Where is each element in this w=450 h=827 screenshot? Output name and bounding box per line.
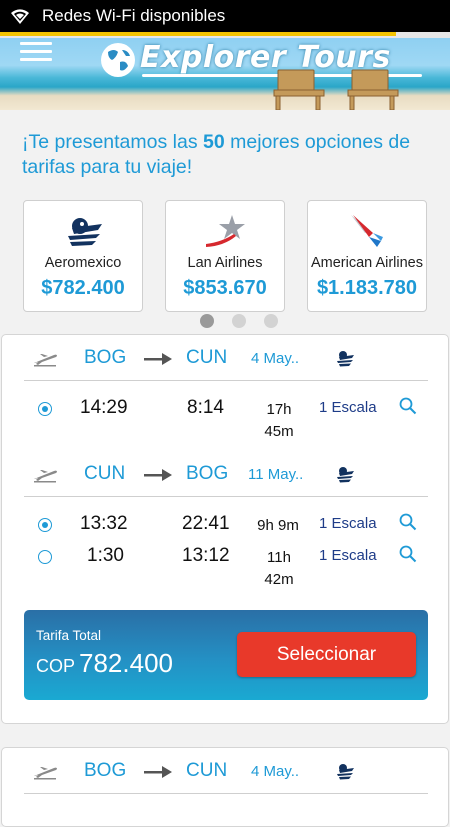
departure-time: 13:32: [80, 513, 128, 534]
flight-date: 11 May..: [248, 466, 304, 483]
flight-result-card: BOG CUN 4 May.. 14:29 8:14 17h 45m 1 Esc…: [1, 334, 449, 724]
plane-takeoff-icon: [34, 767, 57, 780]
divider: [24, 793, 428, 794]
carousel-pagination: [200, 314, 278, 328]
arrival-time: 13:12: [182, 545, 230, 566]
status-text: Redes Wi-Fi disponibles: [42, 6, 226, 25]
arrival-time: 8:14: [187, 397, 224, 418]
airline-price: $1.183.780: [316, 277, 418, 299]
departure-time: 14:29: [80, 397, 128, 418]
select-button[interactable]: Seleccionar: [237, 632, 416, 677]
currency-code: COP: [36, 656, 76, 676]
flight-option-row[interactable]: 14:29 8:14 17h 45m 1 Escala: [2, 395, 450, 440]
airline-price: $853.670: [183, 277, 267, 299]
status-bar: Redes Wi-Fi disponibles: [0, 0, 450, 32]
option-radio[interactable]: [38, 402, 52, 416]
carousel-dot-2[interactable]: [232, 314, 246, 328]
option-radio[interactable]: [38, 518, 52, 532]
intro-count: 50: [203, 131, 225, 153]
flight-duration: 11h 42m: [264, 549, 294, 588]
aeromexico-eagle-icon: [337, 764, 354, 780]
divider: [24, 496, 428, 497]
plane-takeoff-icon: [34, 470, 57, 483]
aeromexico-eagle-icon: [337, 351, 354, 367]
destination-code: CUN: [186, 760, 228, 781]
menu-button[interactable]: [20, 42, 52, 62]
flight-stops: 1 Escala: [319, 515, 377, 532]
divider: [24, 380, 428, 381]
search-icon[interactable]: [399, 397, 417, 415]
carousel-dot-1[interactable]: [200, 314, 214, 328]
header-banner: Explorer Tours: [0, 38, 450, 110]
outbound-route: BOG CUN 4 May..: [2, 752, 450, 792]
flight-date: 4 May..: [251, 350, 300, 367]
return-route: CUN BOG 11 May..: [2, 455, 450, 495]
search-icon[interactable]: [399, 545, 417, 563]
option-radio[interactable]: [38, 550, 52, 564]
intro-prefix: ¡Te presentamos las: [22, 131, 203, 153]
airline-name: American Airlines: [310, 255, 423, 271]
flight-duration: 17h 45m: [264, 401, 294, 440]
fare-value: 782.400: [79, 648, 173, 678]
beach-chairs-image: [273, 69, 399, 110]
origin-code: CUN: [84, 463, 126, 484]
airline-name: Aeromexico: [44, 255, 122, 271]
flight-duration: 9h 9m: [257, 517, 299, 534]
arrow-right-icon: [144, 766, 172, 778]
outbound-route: BOG CUN 4 May..: [2, 339, 450, 379]
carousel-dot-3[interactable]: [264, 314, 278, 328]
results-intro: ¡Te presentamos las 50 mejores opciones …: [22, 130, 432, 180]
flight-result-card: BOG CUN 4 May..: [1, 747, 449, 827]
destination-code: CUN: [186, 347, 228, 368]
total-fare-panel: Tarifa Total COP 782.400 Seleccionar: [24, 610, 428, 700]
origin-code: BOG: [84, 347, 127, 368]
flight-option-row[interactable]: 13:32 22:41 9h 9m 1 Escala: [2, 511, 450, 543]
flight-option-row[interactable]: 1:30 13:12 11h 42m 1 Escala: [2, 543, 450, 588]
american-airlines-eagle-icon: [351, 215, 383, 247]
lan-star-icon: [206, 215, 245, 247]
departure-time: 1:30: [87, 545, 124, 566]
airline-card-lan[interactable]: Lan Airlines $853.670: [165, 200, 285, 312]
globe-icon: [101, 43, 135, 77]
flight-stops: 1 Escala: [319, 399, 377, 416]
aeromexico-eagle-icon: [68, 218, 102, 246]
arrival-time: 22:41: [182, 513, 230, 534]
wifi-icon: [11, 9, 29, 24]
flight-stops: 1 Escala: [319, 547, 377, 564]
flight-date: 4 May..: [251, 763, 300, 780]
airline-price: $782.400: [41, 277, 125, 299]
search-icon[interactable]: [399, 513, 417, 531]
airline-card-american[interactable]: American Airlines $1.183.780: [307, 200, 427, 312]
arrow-right-icon: [144, 353, 172, 365]
arrow-right-icon: [144, 469, 172, 481]
total-fare-amount: COP 782.400: [36, 648, 173, 679]
airline-name: Lan Airlines: [187, 255, 263, 271]
aeromexico-eagle-icon: [337, 467, 354, 483]
loading-progress-fill: [0, 32, 396, 36]
airline-card-aeromexico[interactable]: Aeromexico $782.400: [23, 200, 143, 312]
plane-takeoff-icon: [34, 354, 57, 367]
origin-code: BOG: [84, 760, 127, 781]
total-fare-label: Tarifa Total: [36, 628, 102, 643]
destination-code: BOG: [186, 463, 229, 484]
